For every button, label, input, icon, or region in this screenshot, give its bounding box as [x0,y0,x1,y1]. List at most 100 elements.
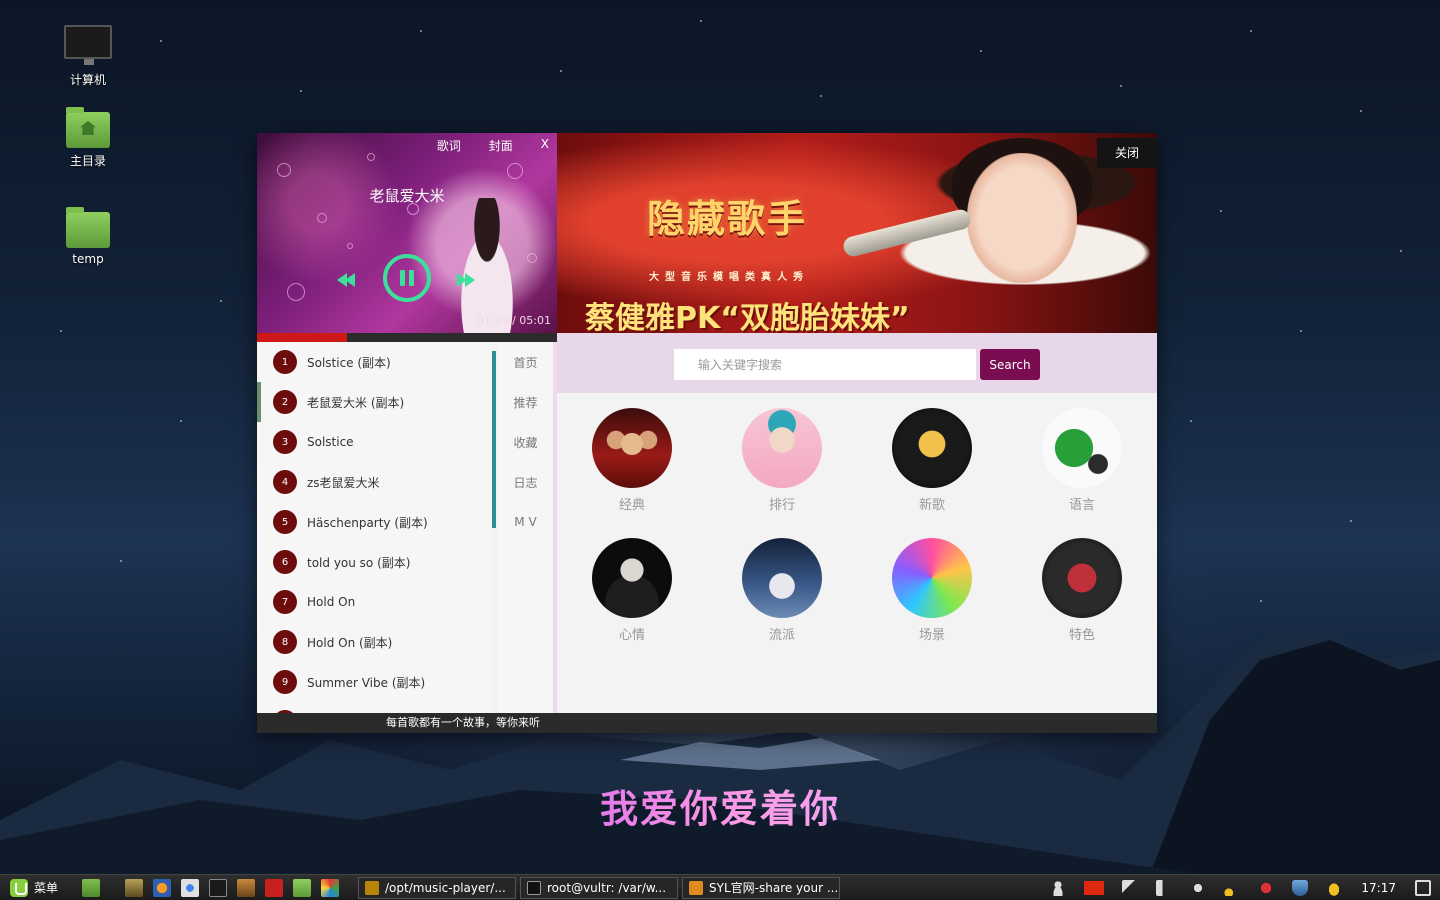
shield-icon[interactable] [1292,879,1309,896]
category-label: 语言 [1068,498,1095,513]
lyrics-link[interactable]: 歌词 [437,137,461,154]
player-top-links: 歌词 封面 X [437,137,549,154]
banner-singer-face [967,153,1077,283]
track-title: Hold On [307,595,356,609]
user-icon[interactable] [1050,879,1067,896]
playlist-item[interactable]: 6 told you so (副本) [257,542,492,582]
category-label: 排行 [768,498,795,513]
promo-banner[interactable]: 隐藏歌手 大型音乐模唱类真人秀 蔡健雅PK“双胞胎妹妹” 关闭 [557,133,1157,333]
playlist-item[interactable]: 5 Häschenparty (副本) [257,502,492,542]
playlist-item[interactable]: 9 Summer Vibe (副本) [257,662,492,702]
window-title: root@vultr: /var/w... [547,880,667,895]
start-menu-button[interactable]: 菜单 [0,875,68,900]
category-language[interactable]: 语言 [1032,408,1132,513]
desktop-icon-label: 计算机 [69,73,106,87]
clock[interactable]: 17:17 [1361,881,1396,895]
track-number: 1 [273,350,297,374]
firefox-icon[interactable] [153,878,172,897]
computer-icon [64,25,112,65]
track-title: Häschenparty (副本) [307,515,428,530]
notification-icon[interactable] [1258,879,1275,896]
category-new[interactable]: 新歌 [882,408,982,513]
menu-label: 菜单 [34,881,59,895]
side-nav: 首页 推荐 收藏 日志 M V [498,342,553,713]
track-title: Solstice [307,435,354,449]
category-featured[interactable]: 特色 [1032,538,1132,643]
category-ranking[interactable]: 排行 [732,408,832,513]
album-art-singer [447,198,527,333]
search-input[interactable] [674,349,976,380]
progress-bar[interactable] [257,333,557,342]
taskbar-window-music-player[interactable]: /opt/music-player/... [358,876,517,899]
close-player-link[interactable]: X [541,137,549,154]
category-scene[interactable]: 场景 [882,538,982,643]
desktop-icon-home[interactable]: 主目录 [48,107,128,169]
music-note-icon[interactable] [1224,879,1241,896]
terminal-icon[interactable] [209,878,228,897]
app-footer: 每首歌都有一个故事，等你来听 [257,713,1157,733]
pen-icon[interactable] [1122,879,1139,896]
window-title: SYL官网-share your ... [709,881,839,895]
category-classic[interactable]: 经典 [582,408,682,513]
category-mood[interactable]: 心情 [582,538,682,643]
playlist-item[interactable]: 3 Solstice [257,422,492,462]
playlist-item[interactable]: 4 zs老鼠爱大米 [257,462,492,502]
chromium-icon[interactable] [181,878,200,897]
track-title: 老鼠爱大米 (副本) [307,395,405,410]
category-label: 流派 [768,628,795,643]
search-button[interactable]: Search [980,349,1040,380]
next-button[interactable] [457,273,477,287]
system-monitor-icon[interactable] [125,878,144,897]
track-number: 9 [273,670,297,694]
system-tray: 17:17 [1041,875,1440,900]
banner-subtitle: 大型音乐模唱类真人秀 [649,272,809,283]
show-desktop-icon[interactable] [82,878,101,897]
track-number: 8 [273,630,297,654]
banner-close-button[interactable]: 关闭 [1097,138,1157,168]
file-manager-icon[interactable] [293,878,312,897]
desktop-lyric: 我爱你爱着你 [600,778,840,833]
category-mood-image [592,538,672,618]
cube-app-icon[interactable] [321,878,340,897]
taskbar-window-terminal[interactable]: root@vultr: /var/w... [520,876,679,899]
china-flag-icon[interactable] [1084,880,1105,895]
desktop-icon-computer[interactable]: 计算机 [48,25,128,88]
volume-icon[interactable] [1156,879,1173,896]
track-title: Hold On (副本) [307,635,393,650]
desktop-icon-temp[interactable]: temp [48,207,128,266]
nav-home[interactable]: 首页 [498,342,553,382]
progress-bar-fill [257,333,347,342]
package-icon[interactable] [237,878,256,897]
filezilla-icon[interactable] [265,878,284,897]
search-bar: Search [557,333,1157,393]
cover-link[interactable]: 封面 [489,137,513,154]
category-language-image [1042,408,1122,488]
now-playing-panel: 歌词 封面 X 老鼠爱大米 01:29 / 05:01 [257,133,557,333]
nav-favorites[interactable]: 收藏 [498,422,553,462]
pause-button[interactable] [383,254,431,302]
playlist-scrollbar[interactable] [492,351,496,528]
playlist-item-active[interactable]: 2 老鼠爱大米 (副本) [257,382,492,422]
category-genre[interactable]: 流派 [732,538,832,643]
window-title: /opt/music-player/... [385,880,506,895]
playlist-item[interactable]: 7 Hold On [257,582,492,622]
music-player-window: 歌词 封面 X 老鼠爱大米 01:29 / 05:01 隐藏歌手 大型音乐模唱类… [257,133,1157,733]
track-title: Solstice (副本) [307,355,391,370]
previous-button[interactable] [337,273,357,287]
playlist-item[interactable]: 1 Solstice (副本) [257,342,492,382]
nav-log[interactable]: 日志 [498,462,553,502]
taskbar-window-browser[interactable]: SYL官网-share your ... [682,876,841,899]
category-ranking-image [742,408,822,488]
brightness-icon[interactable] [1190,879,1207,896]
playlist-item-partial[interactable] [257,702,492,713]
nav-recommend[interactable]: 推荐 [498,382,553,422]
category-label: 经典 [618,498,645,513]
category-label: 心情 [618,628,645,643]
rewind-icon-part [345,273,355,287]
workspace-icon[interactable] [1415,879,1431,896]
playlist-item[interactable]: 8 Hold On (副本) [257,622,492,662]
category-genre-image [742,538,822,618]
penguin-icon[interactable] [1326,879,1343,896]
nav-mv[interactable]: M V [498,502,553,542]
category-classic-image [592,408,672,488]
